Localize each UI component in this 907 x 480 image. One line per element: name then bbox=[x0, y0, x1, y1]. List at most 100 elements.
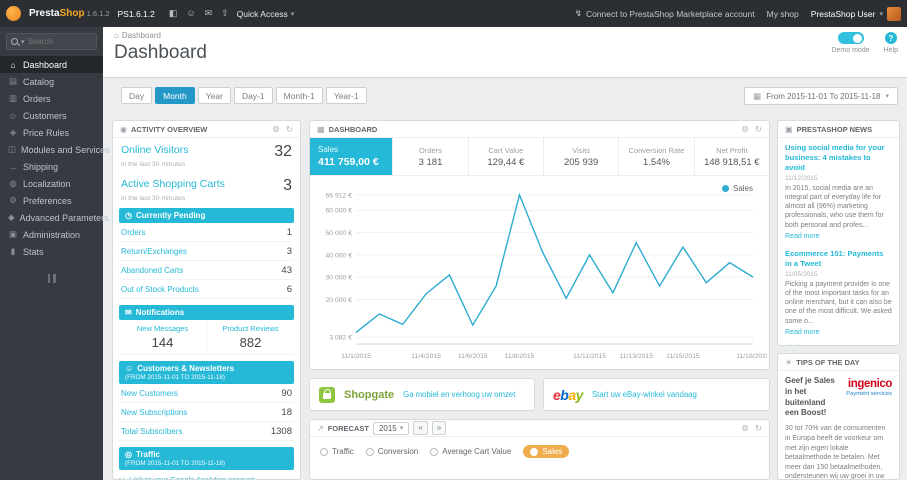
shopgate-link[interactable]: Ga mobiel en verhoog uw omzet bbox=[403, 390, 515, 399]
forecast-option-traffic[interactable]: Traffic bbox=[320, 447, 354, 456]
kpi-visits[interactable]: Visits 205 939 bbox=[542, 138, 618, 175]
ebay-link[interactable]: Start uw eBay-winkel vandaag bbox=[592, 390, 697, 399]
period-year-button[interactable]: Year bbox=[197, 87, 231, 104]
sidebar-item-shipping[interactable]: → Shipping bbox=[0, 158, 103, 175]
product-reviews-value: 882 bbox=[239, 335, 262, 350]
next-year-button[interactable]: » bbox=[431, 421, 447, 435]
abandoned-carts-link[interactable]: Abandoned Carts bbox=[121, 266, 183, 275]
sidebar-item-localization[interactable]: ◍ Localization bbox=[0, 175, 103, 192]
google-analytics-link[interactable]: ↪ Link to your Google Analytics account bbox=[119, 475, 294, 479]
svg-text:11/13/2015: 11/13/2015 bbox=[619, 353, 653, 360]
activity-icon: ◉ bbox=[120, 124, 127, 134]
forecast-option-sales[interactable]: Sales bbox=[523, 445, 570, 458]
sidebar-item-label: Preferences bbox=[23, 195, 72, 206]
search-input[interactable] bbox=[27, 37, 84, 46]
period-day-1-button[interactable]: Day-1 bbox=[233, 87, 273, 104]
date-range-picker[interactable]: ▦ From 2015-11-01 To 2015-11-18 ▾ bbox=[744, 87, 898, 105]
active-carts-label[interactable]: Active Shopping Carts bbox=[121, 178, 225, 190]
refresh-icon[interactable]: ↻ bbox=[755, 423, 762, 434]
sidebar-item-label: Localization bbox=[23, 178, 71, 189]
gear-icon[interactable]: ⚙ bbox=[741, 124, 749, 135]
sidebar-item-stats[interactable]: ▮ Stats bbox=[0, 243, 103, 260]
period-day-button[interactable]: Day bbox=[121, 87, 153, 104]
svg-text:11/18/2015: 11/18/2015 bbox=[736, 353, 767, 360]
sidebar-item-label: Administration bbox=[23, 229, 81, 240]
refresh-icon[interactable]: ↻ bbox=[286, 124, 293, 135]
kpi-sales[interactable]: Sales 411 759,00 € bbox=[310, 138, 393, 175]
sidebar-item-catalog[interactable]: ▤ Catalog bbox=[0, 73, 103, 90]
news-icon: ▣ bbox=[785, 124, 793, 134]
quick-access-label: Quick Access bbox=[236, 8, 288, 19]
period-year-1-button[interactable]: Year-1 bbox=[325, 87, 367, 104]
date-range-label: From 2015-11-01 To 2015-11-18 bbox=[766, 91, 881, 101]
shop-name[interactable]: PS1.6.1.2 bbox=[118, 9, 155, 19]
header-tools: Demo mode ? Help bbox=[831, 32, 898, 54]
new-customers-value: 90 bbox=[281, 387, 292, 399]
person-icon[interactable]: ☺ bbox=[186, 8, 195, 19]
chevron-down-icon: ▾ bbox=[290, 10, 295, 18]
news-article: Using social media for your business: 4 … bbox=[778, 138, 899, 244]
svg-text:11/4/2015: 11/4/2015 bbox=[411, 353, 441, 360]
sidebar-item-advanced-parameters[interactable]: ◆ Advanced Parameters bbox=[0, 209, 109, 226]
sidebar-item-customers[interactable]: ☺ Customers bbox=[0, 107, 103, 124]
new-customers-link[interactable]: New Customers bbox=[121, 389, 178, 398]
new-subscriptions-value: 18 bbox=[281, 406, 292, 418]
sidebar-item-administration[interactable]: ▣ Administration bbox=[0, 226, 103, 243]
online-visitors-label[interactable]: Online Visitors bbox=[121, 144, 189, 156]
kpi-conversion-rate[interactable]: Conversion Rate 1.54% bbox=[618, 138, 693, 175]
period-toolbar: Day Month Year Day-1 Month-1 Year-1 bbox=[121, 87, 367, 104]
my-shop-link[interactable]: My shop bbox=[767, 9, 799, 19]
article-title-link[interactable]: Ecommerce 101: Payments in a Tweet bbox=[785, 249, 892, 269]
refresh-icon[interactable]: ↻ bbox=[755, 124, 762, 135]
kpi-orders[interactable]: Orders 3 181 bbox=[392, 138, 467, 175]
out-of-stock-link[interactable]: Out of Stock Products bbox=[121, 285, 199, 294]
home-icon: ⌂ bbox=[114, 31, 119, 40]
kpi-cart-value[interactable]: Cart Value 129,44 € bbox=[467, 138, 543, 175]
demo-mode-toggle[interactable] bbox=[837, 32, 864, 44]
new-subscriptions-link[interactable]: New Subscriptions bbox=[121, 408, 187, 417]
sidebar-item-price-rules[interactable]: ◈ Price Rules bbox=[0, 124, 103, 141]
article-excerpt-text: In 2015, social media are an integral pa… bbox=[785, 184, 884, 229]
read-more-link[interactable]: Read more bbox=[785, 328, 892, 337]
user-menu[interactable]: PrestaShop User ▾ bbox=[811, 6, 901, 21]
help-icon[interactable]: ? bbox=[884, 32, 897, 44]
arrow-up-icon[interactable]: ⇧ bbox=[221, 8, 229, 19]
panel-actions: ⚙ ↻ bbox=[741, 423, 762, 434]
cart-icon[interactable]: ◧ bbox=[169, 8, 178, 19]
new-messages-link[interactable]: New Messages bbox=[119, 324, 206, 333]
pending-orders-link[interactable]: Orders bbox=[121, 228, 145, 237]
sidebar-item-orders[interactable]: ▥ Orders bbox=[0, 90, 103, 107]
total-subscribers-link[interactable]: Total Subscribers bbox=[121, 427, 182, 436]
pending-returns-link[interactable]: Return/Exchanges bbox=[121, 247, 187, 256]
shopgate-promo: Shopgate Ga mobiel en verhoog uw omzet bbox=[309, 378, 535, 411]
sidebar-item-dashboard[interactable]: ⌂ Dashboard bbox=[0, 56, 103, 73]
article-title-link[interactable]: Using social media for your business: 4 … bbox=[785, 143, 892, 173]
kpi-value: 129,44 € bbox=[487, 156, 525, 168]
forecast-option-average-cart-value[interactable]: Average Cart Value bbox=[430, 447, 511, 456]
chart-legend[interactable]: Sales bbox=[721, 184, 753, 193]
sidebar-search[interactable]: ▾ bbox=[6, 33, 97, 50]
marketplace-connect-link[interactable]: ↯ Connect to PrestaShop Marketplace acco… bbox=[575, 8, 755, 19]
quick-access-menu[interactable]: Quick Access ▾ bbox=[237, 9, 295, 19]
find-more-news-link[interactable]: Find more news bbox=[778, 340, 899, 345]
calendar-icon: ▦ bbox=[753, 90, 762, 101]
year-select[interactable]: 2015 ▾ bbox=[372, 421, 410, 435]
product-reviews-link[interactable]: Product Reviews bbox=[207, 324, 294, 333]
gear-icon[interactable]: ⚙ bbox=[272, 124, 280, 135]
kpi-net-profit[interactable]: Net Profit 148 918,51 € bbox=[693, 138, 769, 175]
gear-icon[interactable]: ⚙ bbox=[741, 423, 749, 434]
kpi-label: Sales bbox=[318, 145, 339, 154]
period-month-1-button[interactable]: Month-1 bbox=[275, 87, 323, 104]
chat-icon[interactable]: ✉ bbox=[205, 8, 213, 19]
read-more-link[interactable]: Read more bbox=[785, 232, 892, 241]
prev-year-button[interactable]: « bbox=[413, 421, 428, 435]
svg-text:20 000 €: 20 000 € bbox=[326, 297, 353, 304]
shopgate-bag-icon bbox=[319, 386, 335, 403]
breadcrumb: ⌂ Dashboard bbox=[114, 31, 161, 40]
forecast-option-conversion[interactable]: Conversion bbox=[365, 447, 418, 456]
dashboard-icon: ⌂ bbox=[10, 59, 16, 70]
collapse-menu-button[interactable] bbox=[45, 274, 59, 283]
period-month-button[interactable]: Month bbox=[155, 87, 195, 104]
sidebar-item-preferences[interactable]: ⚙ Preferences bbox=[0, 192, 103, 209]
sidebar-item-modules[interactable]: ◫ Modules and Services bbox=[0, 141, 110, 158]
